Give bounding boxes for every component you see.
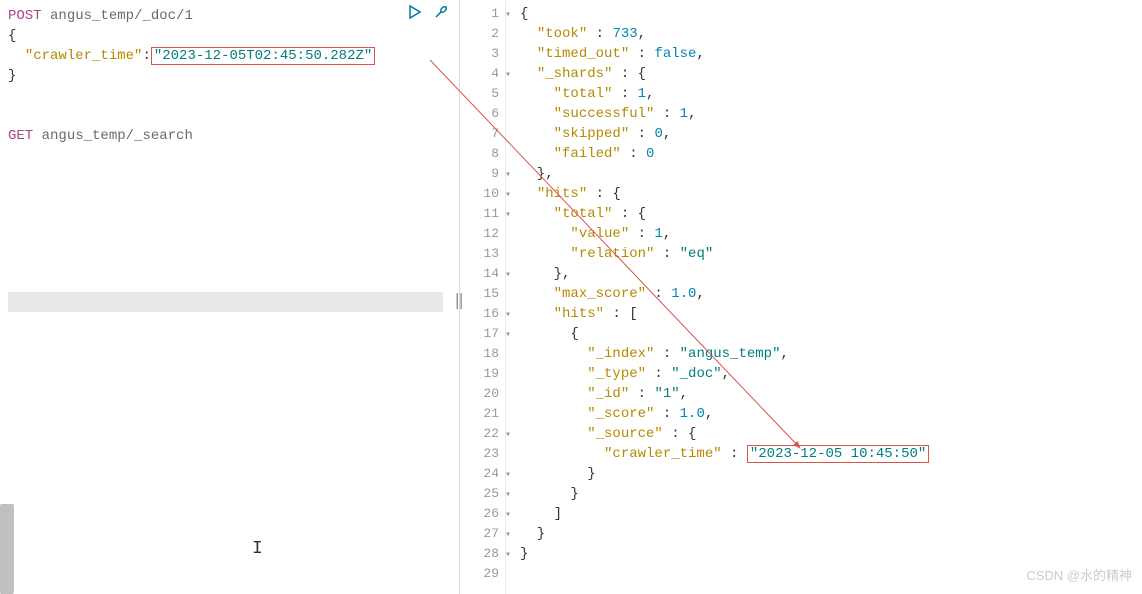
gutter-line: 23 — [460, 444, 499, 464]
play-icon[interactable] — [407, 4, 425, 22]
output-line[interactable]: "_index" : "angus_temp", — [520, 344, 1142, 364]
request-body-close[interactable]: } — [8, 66, 451, 86]
gutter-line: 26▾ — [460, 504, 499, 524]
output-line[interactable]: "took" : 733, — [520, 24, 1142, 44]
gutter-line: 1▾ — [460, 4, 499, 24]
output-line[interactable]: "total" : 1, — [520, 84, 1142, 104]
request-editor-panel[interactable]: POST angus_temp/_doc/1 { "crawler_time":… — [0, 0, 460, 594]
gutter-line: 24▾ — [460, 464, 499, 484]
gutter-line: 3 — [460, 44, 499, 64]
http-method: POST — [8, 8, 42, 24]
output-line[interactable]: "hits" : { — [520, 184, 1142, 204]
gutter-line: 14▾ — [460, 264, 499, 284]
output-line[interactable]: "total" : { — [520, 204, 1142, 224]
request-editor[interactable]: POST angus_temp/_doc/1 { "crawler_time":… — [0, 0, 459, 152]
output-line[interactable]: "timed_out" : false, — [520, 44, 1142, 64]
output-line[interactable]: }, — [520, 264, 1142, 284]
gutter-line: 21 — [460, 404, 499, 424]
output-line[interactable]: } — [520, 524, 1142, 544]
http-method: GET — [8, 128, 33, 144]
gutter-line: 7 — [460, 124, 499, 144]
gutter-line: 5 — [460, 84, 499, 104]
request-body-open[interactable]: { — [8, 26, 451, 46]
output-line[interactable]: "_score" : 1.0, — [520, 404, 1142, 424]
gutter-line: 27▾ — [460, 524, 499, 544]
output-line[interactable]: "value" : 1, — [520, 224, 1142, 244]
http-path: angus_temp/_doc/1 — [50, 8, 193, 24]
http-path: angus_temp/_search — [42, 128, 193, 144]
gutter-line: 13 — [460, 244, 499, 264]
editor-actions — [407, 4, 451, 22]
watermark-text: CSDN @水的精神 — [1026, 565, 1132, 584]
request-line-1[interactable]: POST angus_temp/_doc/1 — [8, 6, 451, 26]
output-line[interactable]: ] — [520, 504, 1142, 524]
gutter-line: 11▾ — [460, 204, 499, 224]
gutter-line: 28▾ — [460, 544, 499, 564]
response-output-panel: 1▾234▾56789▾10▾11▾121314▾1516▾17▾1819202… — [460, 0, 1142, 594]
gutter-line: 20 — [460, 384, 499, 404]
gutter-line: 18 — [460, 344, 499, 364]
response-body[interactable]: { "took" : 733, "timed_out" : false, "_s… — [506, 0, 1142, 594]
output-line[interactable]: "crawler_time" : "2023-12-05 10:45:50" — [520, 444, 1142, 464]
request-body-field[interactable]: "crawler_time":"2023-12-05T02:45:50.282Z… — [8, 46, 451, 66]
output-line[interactable]: "successful" : 1, — [520, 104, 1142, 124]
output-line[interactable]: } — [520, 484, 1142, 504]
wrench-icon[interactable] — [433, 4, 451, 22]
gutter-line: 16▾ — [460, 304, 499, 324]
scrollbar-vertical[interactable] — [0, 504, 14, 594]
output-line[interactable]: "max_score" : 1.0, — [520, 284, 1142, 304]
text-cursor-icon: I — [252, 539, 263, 559]
gutter-line: 6 — [460, 104, 499, 124]
active-line-highlight — [8, 292, 443, 312]
output-line[interactable]: "_source" : { — [520, 424, 1142, 444]
output-line[interactable]: "_id" : "1", — [520, 384, 1142, 404]
gutter-line: 15 — [460, 284, 499, 304]
output-line[interactable]: "_shards" : { — [520, 64, 1142, 84]
gutter-line: 17▾ — [460, 324, 499, 344]
line-gutter: 1▾234▾56789▾10▾11▾121314▾1516▾17▾1819202… — [460, 0, 506, 594]
crawler-time-input-value: "2023-12-05T02:45:50.282Z" — [151, 47, 375, 65]
output-line[interactable]: "relation" : "eq" — [520, 244, 1142, 264]
gutter-line: 2 — [460, 24, 499, 44]
output-line[interactable]: } — [520, 544, 1142, 564]
gutter-line: 25▾ — [460, 484, 499, 504]
editor-cursor-area[interactable] — [0, 292, 459, 312]
gutter-line: 10▾ — [460, 184, 499, 204]
output-line[interactable]: }, — [520, 164, 1142, 184]
gutter-line: 29 — [460, 564, 499, 584]
output-line[interactable]: { — [520, 324, 1142, 344]
gutter-line: 19 — [460, 364, 499, 384]
output-line[interactable]: "failed" : 0 — [520, 144, 1142, 164]
gutter-line: 12 — [460, 224, 499, 244]
output-line[interactable]: "skipped" : 0, — [520, 124, 1142, 144]
gutter-line: 9▾ — [460, 164, 499, 184]
request-line-2[interactable]: GET angus_temp/_search — [8, 126, 451, 146]
crawler-time-output-value: "2023-12-05 10:45:50" — [747, 445, 929, 463]
gutter-line: 8 — [460, 144, 499, 164]
output-line[interactable]: "_type" : "_doc", — [520, 364, 1142, 384]
output-line[interactable]: { — [520, 4, 1142, 24]
gutter-line: 22▾ — [460, 424, 499, 444]
output-line[interactable]: "hits" : [ — [520, 304, 1142, 324]
gutter-line: 4▾ — [460, 64, 499, 84]
output-line[interactable]: } — [520, 464, 1142, 484]
